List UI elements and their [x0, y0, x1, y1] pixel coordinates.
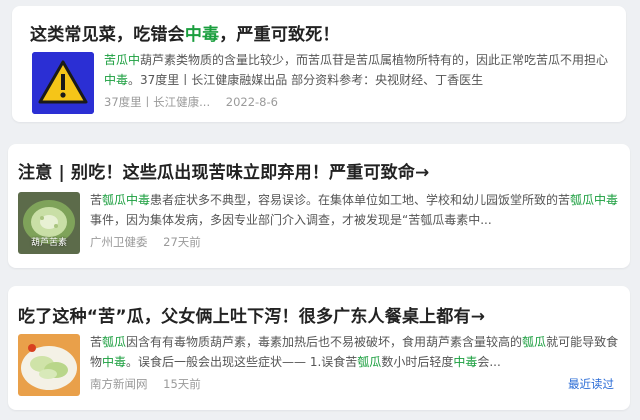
snippet-text: 葫芦素类物质的含量比较少，而苦瓜苷是苦瓜属植物所特有的，因此正常吃苦瓜不用担心	[140, 53, 609, 67]
thumbnail-caption: 葫芦苦素	[30, 238, 67, 248]
search-result-card[interactable]: 吃了这种“苦”瓜，父女俩上吐下泻！很多广东人餐桌上都有→ 苦瓠瓜因含有有毒物质葫…	[8, 286, 630, 410]
snippet-text: 。误食后一般会出现这些症状—— 1.误食苦	[126, 355, 358, 369]
result-snippet: 苦瓠瓜中毒患者症状多不典型，容易误诊。在集体单位如工地、学校和幼儿园饭堂所致的苦…	[90, 190, 620, 230]
search-result-card[interactable]: 注意 | 别吃！这些瓜出现苦味立即弃用！严重可致命→ 葫芦苦素 苦瓠瓜中毒患者症…	[8, 144, 630, 268]
recently-read-badge: 最近读过	[568, 377, 614, 391]
result-thumbnail[interactable]	[18, 334, 80, 396]
result-snippet: 苦瓠瓜因含有有毒物质葫芦素，毒素加热后也不易被破坏，食用葫芦素含量较高的瓠瓜就可…	[90, 332, 620, 372]
result-title[interactable]: 这类常见菜，吃错会中毒，严重可致死！	[30, 20, 340, 45]
result-thumbnail[interactable]: 葫芦苦素	[18, 192, 80, 254]
result-date: 27天前	[163, 235, 201, 249]
result-meta: 广州卫健委 27天前	[90, 234, 213, 250]
keyword-highlight: 中毒	[102, 355, 127, 369]
snippet-text: 数小时后轻度	[381, 355, 454, 369]
keyword-highlight: 瓠瓜	[357, 355, 382, 369]
snippet-text: 会...	[477, 355, 501, 369]
snippet-text: 因含有有毒物质葫芦素，毒素加热后也不易被破坏，食用葫芦素含量较高的	[126, 335, 523, 349]
keyword-highlight: 苦瓜中	[104, 53, 141, 67]
warning-icon	[32, 52, 94, 114]
snippet-text: 。37度里丨长江健康融媒出品 部分资料参考：央视财经、丁香医生	[128, 73, 484, 87]
result-meta: 南方新闻网 15天前	[90, 376, 213, 392]
snippet-text: 事件，因为集体发病，多因专业部门介入调查，才被发现是“苦瓠瓜毒素中...	[90, 213, 492, 227]
result-source: 37度里丨长江健康...	[104, 95, 211, 109]
result-date: 15天前	[163, 377, 201, 391]
gourd-dish-image	[18, 334, 80, 396]
keyword-highlight: 中毒	[104, 73, 129, 87]
snippet-text: ，严重可致死！	[219, 25, 340, 45]
keyword-highlight: 中毒	[184, 25, 220, 45]
search-result-card[interactable]: 这类常见菜，吃错会中毒，严重可致死！ 苦瓜中葫芦素类物质的含量比较少，而苦瓜苷是…	[12, 6, 626, 122]
keyword-highlight: 瓠瓜	[102, 335, 127, 349]
keyword-highlight: 瓠瓜中毒	[102, 193, 151, 207]
snippet-text: 苦	[90, 335, 103, 349]
result-title[interactable]: 注意 | 别吃！这些瓜出现苦味立即弃用！严重可致命→	[18, 158, 430, 183]
result-title[interactable]: 吃了这种“苦”瓜，父女俩上吐下泻！很多广东人餐桌上都有→	[18, 302, 485, 327]
keyword-highlight: 瓠瓜中毒	[570, 193, 619, 207]
snippet-text: 这类常见菜，吃错会	[30, 25, 185, 45]
result-meta: 37度里丨长江健康... 2022-8-6	[104, 94, 290, 110]
keyword-highlight: 瓠瓜	[522, 335, 547, 349]
result-source: 广州卫健委	[90, 235, 148, 249]
snippet-text: 苦	[90, 193, 103, 207]
snippet-text: 患者症状多不典型，容易误诊。在集体单位如工地、学校和幼儿园饭堂所致的苦	[150, 193, 571, 207]
keyword-highlight: 中毒	[453, 355, 478, 369]
result-source: 南方新闻网	[90, 377, 148, 391]
result-snippet: 苦瓜中葫芦素类物质的含量比较少，而苦瓜苷是苦瓜属植物所特有的，因此正常吃苦瓜不用…	[104, 50, 614, 90]
result-date: 2022-8-6	[225, 95, 278, 109]
result-thumbnail[interactable]	[32, 52, 94, 114]
